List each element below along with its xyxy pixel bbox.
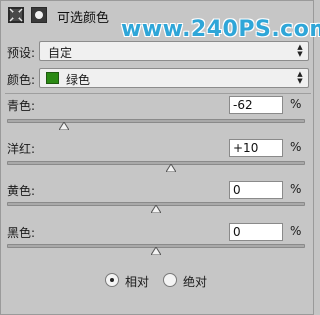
relative-label: 相对	[125, 275, 150, 289]
preset-value: 自定	[48, 46, 73, 60]
selective-color-panel: 可选颜色 www.240PS.com 预设: 自定 ▲ ▼ 颜色: 绿色 ▲ ▼ 青…	[0, 0, 320, 315]
updown-arrows-icon: ▲ ▼	[297, 43, 303, 58]
colors-value: 绿色	[66, 73, 91, 87]
yellow-input[interactable]: 0	[229, 181, 283, 199]
color-swatch	[46, 72, 59, 84]
black-unit: %	[290, 224, 302, 238]
magenta-slider-track[interactable]	[7, 161, 305, 165]
yellow-unit: %	[290, 182, 302, 196]
magenta-input[interactable]: +10	[229, 139, 283, 157]
cyan-input[interactable]: -62	[229, 96, 283, 114]
mask-icon[interactable]	[31, 7, 47, 23]
yellow-label: 黄色:	[7, 184, 36, 198]
black-label: 黑色:	[7, 226, 36, 240]
panel-header: 可选颜色 www.240PS.com	[1, 1, 320, 42]
cyan-unit: %	[290, 97, 302, 111]
magenta-slider-thumb[interactable]	[165, 164, 176, 172]
magenta-unit: %	[290, 140, 302, 154]
relative-radio[interactable]	[105, 273, 119, 287]
updown-arrows-icon: ▲ ▼	[297, 70, 303, 85]
watermark-text: www.240PS.com	[121, 17, 320, 42]
absolute-label: 绝对	[183, 275, 208, 289]
black-input[interactable]: 0	[229, 223, 283, 241]
cyan-slider-track[interactable]	[7, 119, 305, 123]
black-slider-thumb[interactable]	[151, 247, 161, 255]
preset-select[interactable]: 自定 ▲ ▼	[39, 41, 309, 61]
cyan-slider-thumb[interactable]	[58, 122, 69, 130]
divider	[5, 93, 311, 94]
preset-label: 预设:	[7, 46, 36, 60]
adjustment-layer-icon[interactable]	[8, 7, 24, 23]
cyan-label: 青色:	[7, 99, 36, 113]
panel-title: 可选颜色	[57, 11, 110, 26]
magenta-label: 洋红:	[7, 142, 36, 156]
yellow-slider-thumb[interactable]	[151, 205, 161, 213]
colors-select[interactable]: 绿色 ▲ ▼	[39, 68, 309, 88]
colors-label: 颜色:	[7, 73, 36, 87]
absolute-radio[interactable]	[163, 273, 177, 287]
